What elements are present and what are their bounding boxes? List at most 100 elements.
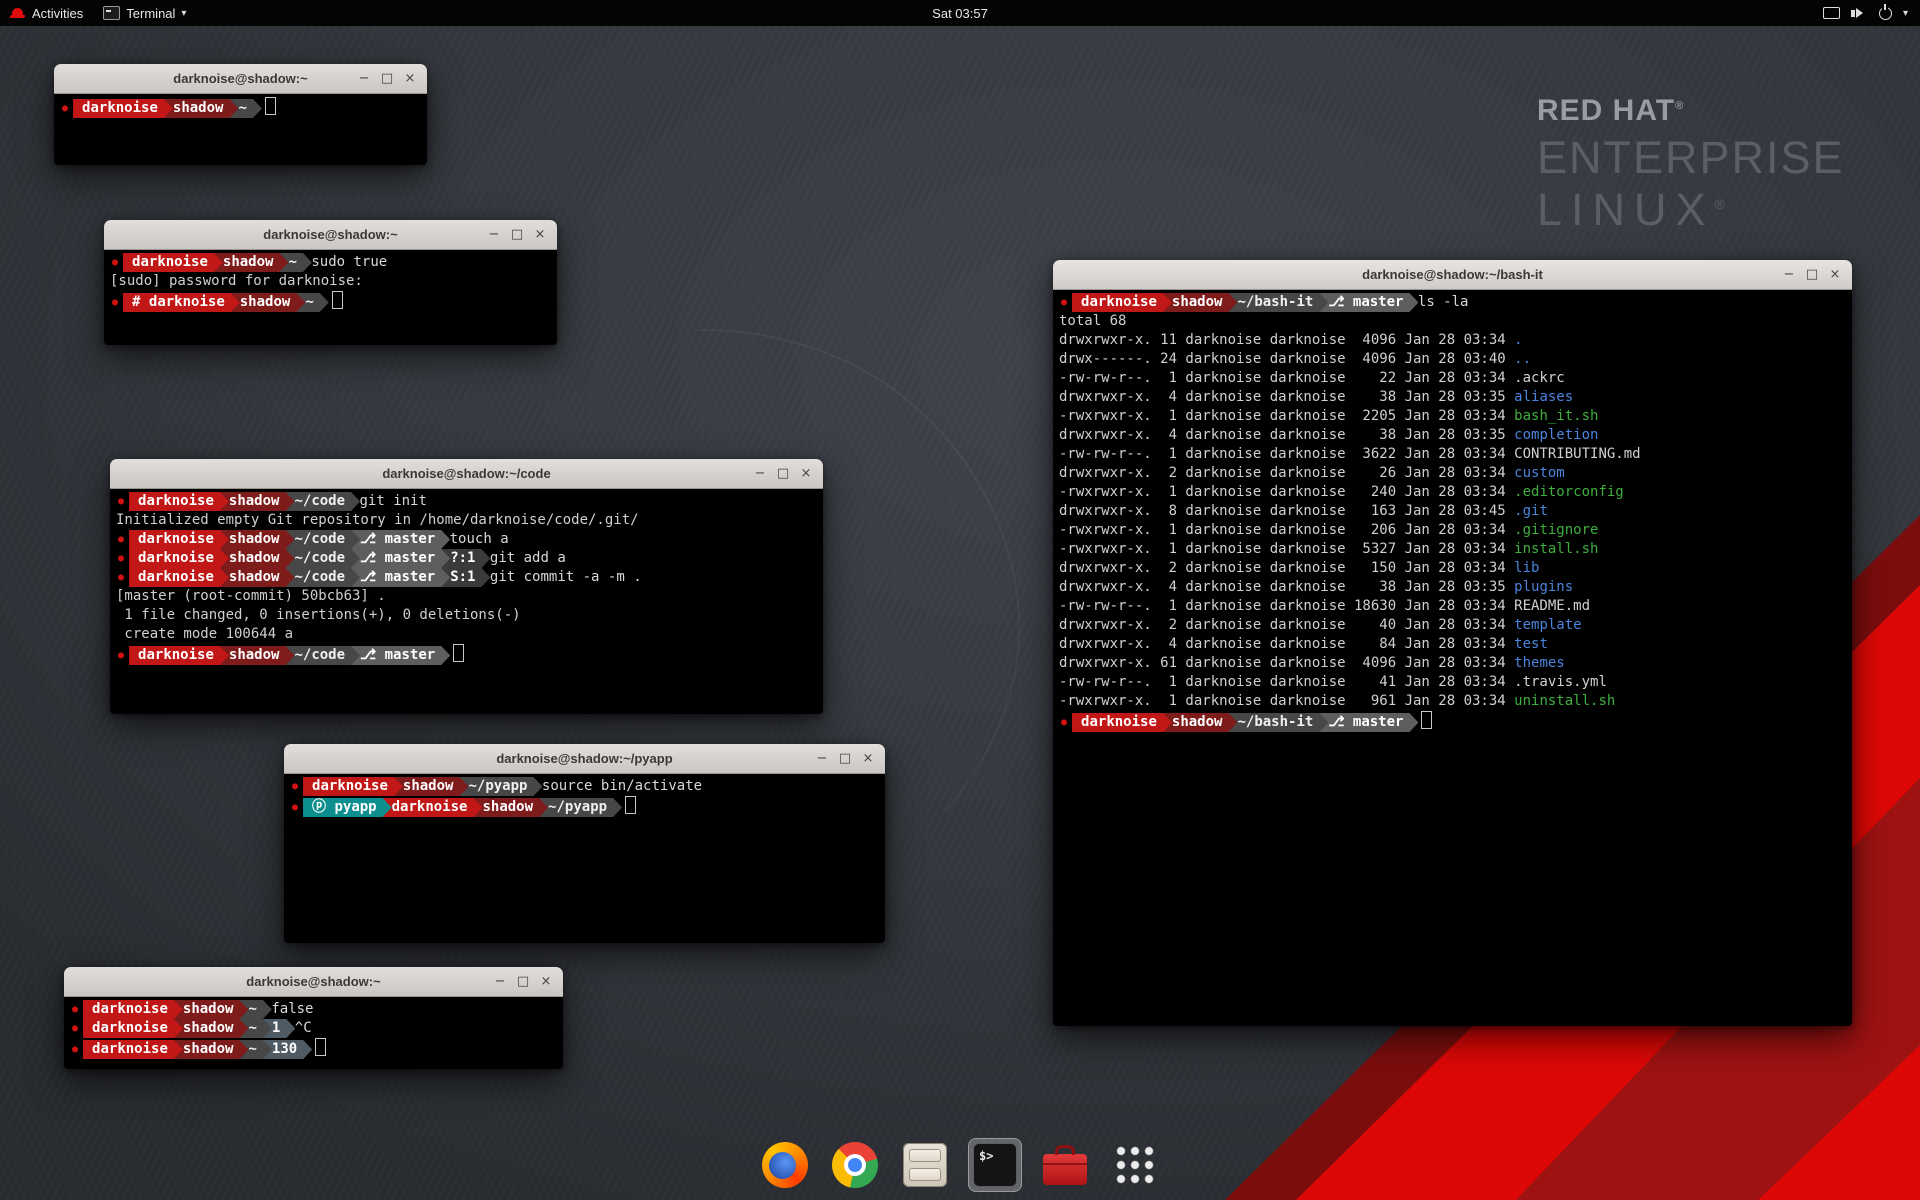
- redhat-prompt-icon: ●: [116, 650, 129, 661]
- prompt-git-segment: ⎇ master: [351, 646, 450, 665]
- titlebar[interactable]: darknoise@shadow:~ − □ ×: [54, 64, 427, 94]
- maximize-button[interactable]: □: [773, 464, 793, 484]
- output-text: drwxrwxr-x. 2 darknoise darknoise 26 Jan…: [1059, 465, 1514, 481]
- close-button[interactable]: ×: [1825, 265, 1845, 285]
- dock-firefox-icon[interactable]: [758, 1138, 812, 1192]
- output-text: drwxrwxr-x. 4 darknoise darknoise 38 Jan…: [1059, 579, 1514, 595]
- branding-redhat: RED HAT®: [1537, 94, 1845, 128]
- terminal-line: -rwxrwxr-x. 1 darknoise darknoise 206 Ja…: [1059, 521, 1846, 540]
- terminal-line: -rwxrwxr-x. 1 darknoise darknoise 240 Ja…: [1059, 483, 1846, 502]
- prompt-git-segment: ⎇ master: [1319, 713, 1418, 732]
- window-controls: − □ ×: [1779, 265, 1852, 285]
- dock-chrome-icon[interactable]: [828, 1138, 882, 1192]
- terminal-line: [master (root-commit) 50bcb63] .: [116, 587, 817, 606]
- close-button[interactable]: ×: [536, 972, 556, 992]
- window-controls: − □ ×: [812, 749, 885, 769]
- command-text: git commit -a -m .: [481, 569, 641, 585]
- terminal-content[interactable]: ●darknoiseshadow~ sudo true[sudo] passwo…: [104, 250, 557, 345]
- minimize-button[interactable]: −: [750, 464, 770, 484]
- terminal-line: drwxrwxr-x. 4 darknoise darknoise 38 Jan…: [1059, 388, 1846, 407]
- output-text: -rw-rw-r--. 1 darknoise darknoise 41 Jan…: [1059, 674, 1607, 690]
- close-button[interactable]: ×: [796, 464, 816, 484]
- app-menu-label: Terminal: [126, 6, 175, 21]
- terminal-line: drwxrwxr-x. 11 darknoise darknoise 4096 …: [1059, 331, 1846, 350]
- terminal-line: drwxrwxr-x. 8 darknoise darknoise 163 Ja…: [1059, 502, 1846, 521]
- terminal-line: ●darknoiseshadow~130: [70, 1038, 557, 1057]
- prompt-venv-segment: ⓟ pyapp: [303, 798, 392, 817]
- minimize-button[interactable]: −: [812, 749, 832, 769]
- activities-button[interactable]: Activities: [0, 0, 93, 26]
- prompt-host-segment: shadow: [1163, 293, 1238, 312]
- close-button[interactable]: ×: [530, 225, 550, 245]
- branding-linux: LINUX®: [1537, 184, 1845, 236]
- window-title: darknoise@shadow:~: [64, 974, 563, 989]
- terminal-content[interactable]: ●darknoiseshadow~/code git initInitializ…: [110, 489, 823, 714]
- minimize-button[interactable]: −: [354, 69, 374, 89]
- prompt-user-segment: darknoise: [83, 1040, 183, 1059]
- toolbox-icon: [1043, 1154, 1087, 1185]
- redhat-prompt-icon: ●: [116, 572, 129, 583]
- terminal-line: -rw-rw-r--. 1 darknoise darknoise 41 Jan…: [1059, 673, 1846, 692]
- dock-software-icon[interactable]: [1038, 1138, 1092, 1192]
- terminal-content[interactable]: ●darknoiseshadow~/pyapp source bin/activ…: [284, 774, 885, 943]
- terminal-cursor: [625, 796, 636, 814]
- terminal-line: drwx------. 24 darknoise darknoise 4096 …: [1059, 350, 1846, 369]
- prompt-path-segment: ~/code: [285, 568, 360, 587]
- terminal-line: ●# darknoiseshadow~: [110, 291, 551, 310]
- terminal-line: create mode 100644 a: [116, 625, 817, 644]
- window-controls: − □ ×: [484, 225, 557, 245]
- maximize-button[interactable]: □: [1802, 265, 1822, 285]
- titlebar[interactable]: darknoise@shadow:~ − □ ×: [104, 220, 557, 250]
- prompt-git-segment: ⎇ master: [351, 549, 450, 568]
- dock-terminal-icon[interactable]: $>: [968, 1138, 1022, 1192]
- command-text: sudo true: [303, 254, 387, 270]
- minimize-button[interactable]: −: [1779, 265, 1799, 285]
- minimize-button[interactable]: −: [484, 225, 504, 245]
- dock-files-icon[interactable]: [898, 1138, 952, 1192]
- terminal-line: -rw-rw-r--. 1 darknoise darknoise 18630 …: [1059, 597, 1846, 616]
- prompt-user-segment: darknoise: [129, 492, 229, 511]
- terminal-cursor: [315, 1038, 326, 1056]
- window-controls: − □ ×: [490, 972, 563, 992]
- icon-part: [1856, 8, 1868, 18]
- titlebar[interactable]: darknoise@shadow:~/pyapp − □ ×: [284, 744, 885, 774]
- directory-name: .: [1514, 332, 1522, 348]
- output-text: -rw-rw-r--. 1 darknoise darknoise 3622 J…: [1059, 446, 1641, 462]
- branding-linux-text: LINUX: [1537, 184, 1715, 235]
- prompt-host-segment: shadow: [220, 549, 295, 568]
- volume-icon: [1851, 8, 1868, 18]
- redhat-logo-icon: [10, 7, 26, 19]
- rhel-branding: RED HAT® ENTERPRISE LINUX®: [1537, 94, 1845, 236]
- close-button[interactable]: ×: [858, 749, 878, 769]
- close-button[interactable]: ×: [400, 69, 420, 89]
- titlebar[interactable]: darknoise@shadow:~/bash-it − □ ×: [1053, 260, 1852, 290]
- terminal-line: drwxrwxr-x. 2 darknoise darknoise 26 Jan…: [1059, 464, 1846, 483]
- maximize-button[interactable]: □: [835, 749, 855, 769]
- redhat-prompt-icon: ●: [116, 496, 129, 507]
- prompt-path-segment: ~/pyapp: [539, 798, 622, 817]
- redhat-prompt-icon: ●: [70, 1023, 83, 1034]
- titlebar[interactable]: darknoise@shadow:~/code − □ ×: [110, 459, 823, 489]
- minimize-button[interactable]: −: [490, 972, 510, 992]
- terminal-line: -rwxrwxr-x. 1 darknoise darknoise 961 Ja…: [1059, 692, 1846, 711]
- system-menu[interactable]: ▾: [1811, 0, 1920, 26]
- maximize-button[interactable]: □: [513, 972, 533, 992]
- dock-appgrid-icon[interactable]: [1108, 1138, 1162, 1192]
- firefox-icon: [762, 1142, 808, 1188]
- terminal-icon: $>: [973, 1143, 1017, 1187]
- app-menu-terminal[interactable]: Terminal ▾: [93, 0, 196, 26]
- terminal-content[interactable]: ●darknoiseshadow~ false●darknoiseshadow~…: [64, 997, 563, 1069]
- redhat-prompt-icon: ●: [70, 1044, 83, 1055]
- prompt-user-segment: darknoise: [303, 777, 403, 796]
- maximize-button[interactable]: □: [507, 225, 527, 245]
- registered-mark: ®: [1715, 196, 1725, 212]
- clock[interactable]: Sat 03:57: [932, 6, 988, 21]
- terminal-content[interactable]: ●darknoiseshadow~: [54, 94, 427, 165]
- terminal-line: total 68: [1059, 312, 1846, 331]
- maximize-button[interactable]: □: [377, 69, 397, 89]
- terminal-content[interactable]: ●darknoiseshadow~/bash-it⎇ master ls -la…: [1053, 290, 1852, 1026]
- output-text: -rwxrwxr-x. 1 darknoise darknoise 961 Ja…: [1059, 693, 1514, 709]
- titlebar[interactable]: darknoise@shadow:~ − □ ×: [64, 967, 563, 997]
- icon-part: [1851, 10, 1855, 17]
- terminal-cursor: [453, 644, 464, 662]
